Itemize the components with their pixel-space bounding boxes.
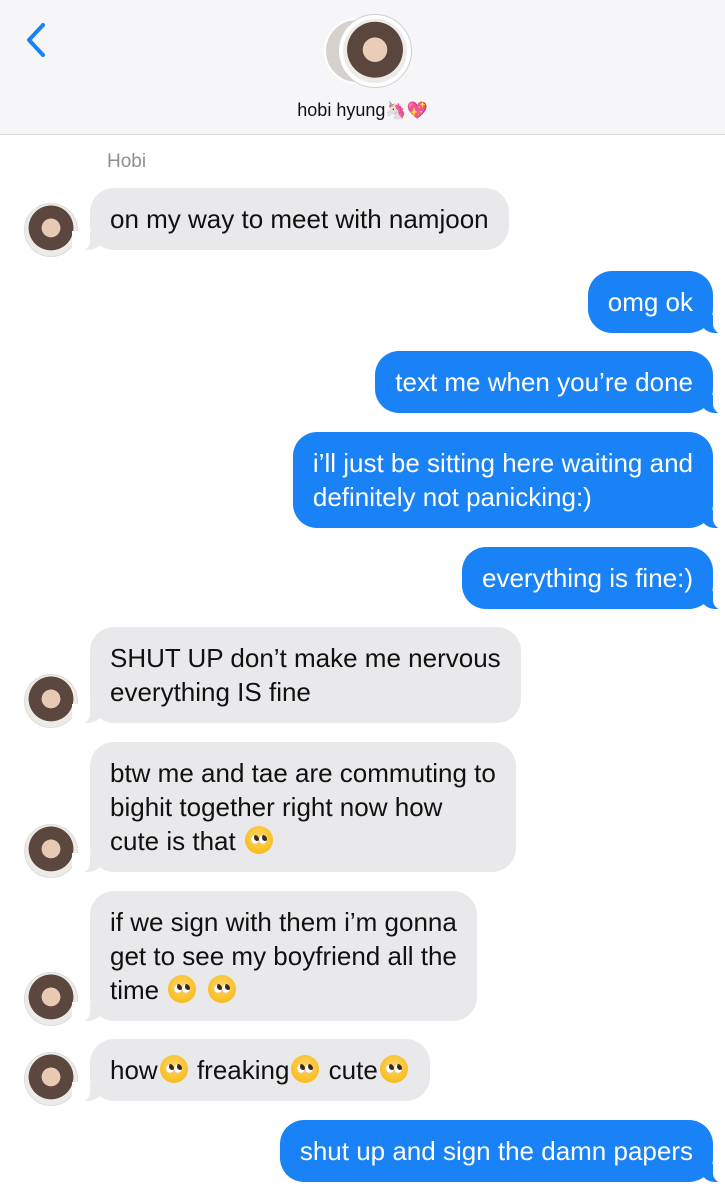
contact-name-emojis: 🦄💖 bbox=[385, 101, 428, 121]
pleading-face-icon bbox=[159, 1055, 188, 1083]
outgoing-message: shut up and sign the damn papers bbox=[279, 1120, 725, 1183]
message-text: if we sign with them i’m gonna get to se… bbox=[110, 907, 457, 1005]
message-word: freaking bbox=[196, 1055, 290, 1085]
outgoing-message: text me when you’re done bbox=[375, 351, 725, 414]
message-text: btw me and tae are commuting to bighit t… bbox=[110, 758, 496, 856]
sender-avatar[interactable] bbox=[24, 203, 78, 257]
sender-avatar[interactable] bbox=[24, 972, 78, 1026]
contact-name-text: hobi hyung bbox=[297, 100, 386, 120]
conversation-header: hobi hyung🦄💖 bbox=[0, 0, 725, 135]
incoming-message: on my way to meet with namjoon bbox=[72, 188, 509, 251]
pleading-face-icon bbox=[168, 975, 197, 1003]
message-word: how bbox=[110, 1055, 158, 1085]
back-button[interactable] bbox=[22, 20, 52, 60]
pleading-face-icon bbox=[379, 1055, 408, 1083]
sender-avatar[interactable] bbox=[24, 824, 78, 878]
contact-avatar-group[interactable] bbox=[324, 14, 416, 88]
outgoing-message: i’ll just be sitting here waiting and de… bbox=[292, 432, 725, 529]
sender-label: Hobi bbox=[107, 151, 147, 172]
message-word: cute bbox=[328, 1055, 378, 1085]
pleading-face-icon bbox=[291, 1055, 320, 1083]
incoming-message: SHUT UP don’t make me nervous everything… bbox=[72, 627, 521, 724]
contact-name[interactable]: hobi hyung🦄💖 bbox=[0, 100, 725, 121]
pleading-face-icon bbox=[244, 826, 273, 854]
outgoing-message: everything is fine:) bbox=[462, 547, 725, 610]
pleading-face-icon bbox=[207, 975, 236, 1003]
outgoing-message: omg ok bbox=[587, 271, 725, 334]
incoming-message: how freaking cute bbox=[72, 1039, 430, 1102]
chevron-left-icon bbox=[27, 23, 45, 57]
incoming-message: if we sign with them i’m gonna get to se… bbox=[72, 891, 477, 1022]
incoming-message: btw me and tae are commuting to bighit t… bbox=[72, 742, 516, 873]
contact-avatar bbox=[343, 19, 407, 83]
sender-avatar[interactable] bbox=[24, 1052, 78, 1106]
sender-avatar[interactable] bbox=[24, 674, 78, 728]
